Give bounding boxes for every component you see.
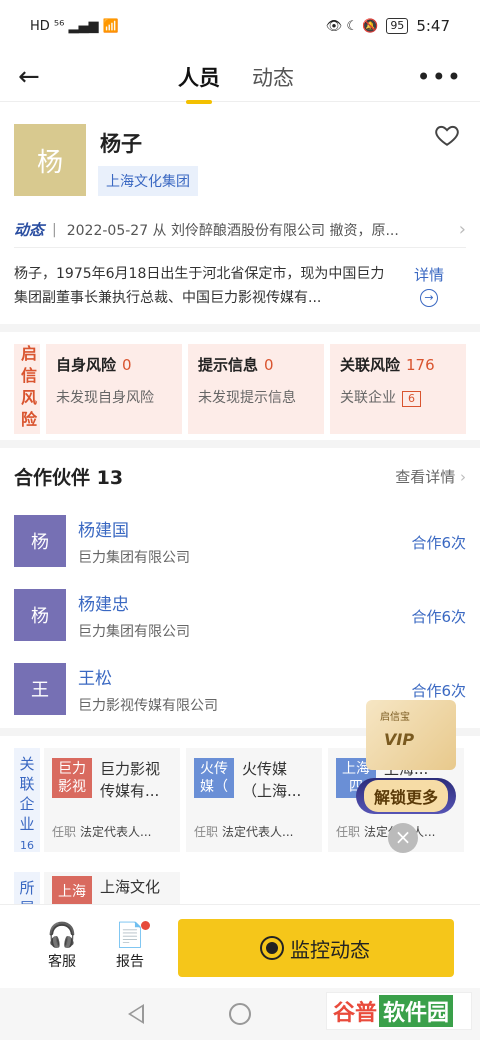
risk-card-hints[interactable]: 提示信息 0 未发现提示信息 [188, 344, 324, 434]
report-button[interactable]: 📄 报告 [100, 919, 160, 971]
close-icon[interactable]: × [388, 823, 418, 853]
risk-sub: 未发现自身风险 [56, 390, 154, 406]
risk-card-related[interactable]: 关联风险 176 关联企业 6 [330, 344, 466, 434]
nav-back-icon[interactable] [128, 1004, 144, 1024]
status-bar: HD ⁵⁶ ▂▄▆ 📶 👁 ☾ 🔕 95 5:47 [0, 0, 480, 52]
signal-icons: HD ⁵⁶ ▂▄▆ 📶 [30, 18, 119, 34]
tab-dynamics[interactable]: 动态 [252, 62, 294, 92]
profile-section: 杨 杨子 上海文化集团 动态 | 2022-05-27 从 刘伶醉酿酒股份有限公… [0, 102, 480, 324]
unlock-more-button[interactable]: 解锁更多 [356, 778, 456, 814]
partner-name[interactable]: 杨建国 [78, 516, 190, 541]
risk-sub: 未发现提示信息 [198, 390, 296, 406]
avatar: 杨 [14, 124, 86, 196]
detail-label: 详情 [414, 266, 445, 284]
favorite-heart-icon[interactable] [434, 122, 460, 148]
company-tag[interactable]: 上海文化集团 [98, 166, 198, 196]
vip-label: VIP [384, 730, 415, 749]
company-name: 火传媒（上海... [242, 760, 302, 800]
section-divider [0, 324, 480, 332]
partner-name[interactable]: 杨建忠 [78, 590, 190, 615]
vip-promo[interactable]: 启信宝 VIP 解锁更多 [356, 700, 466, 820]
dynamic-text: 2022-05-27 从 刘伶醉酿酒股份有限公司 撤资，原... [66, 222, 399, 239]
partner-avatar: 王 [14, 663, 66, 715]
partner-row[interactable]: 杨 杨建忠 巨力集团有限公司 合作6次 [14, 578, 466, 652]
watermark-logo: 谷普 软件园 [326, 992, 472, 1030]
risk-title: 提示信息 0 [198, 356, 274, 374]
dynamic-row[interactable]: 动态 | 2022-05-27 从 刘伶醉酿酒股份有限公司 撤资，原... › [14, 212, 466, 248]
partners-header: 合作伙伴 13 查看详情 › [14, 448, 466, 504]
risk-sub: 关联企业 6 [340, 387, 456, 407]
status-icons: 👁 ☾ 🔕 [325, 18, 379, 34]
risk-side-label: 启信风险 [14, 344, 40, 434]
company-role: 任职法定代表人... [52, 825, 152, 839]
risk-section: 启信风险 自身风险 0 未发现自身风险 提示信息 0 未发现提示信息 关联风险 176… [0, 332, 480, 440]
company-logo: 火传媒（ [194, 758, 234, 798]
partner-company: 巨力集团有限公司 [78, 549, 190, 566]
chevron-right-icon: › [460, 467, 466, 486]
partner-name[interactable]: 王松 [78, 664, 218, 689]
affiliation-side-label: 所属 [14, 872, 40, 906]
clock: 5:47 [416, 17, 450, 35]
headset-icon: 🎧 [47, 921, 77, 949]
company-role: 任职法定代表人... [336, 825, 435, 839]
status-right: 👁 ☾ 🔕 95 5:47 [326, 17, 450, 35]
company-name: 上海文化 [100, 878, 161, 896]
battery-indicator: 95 [386, 18, 409, 34]
cooperation-count: 合作6次 [411, 682, 466, 700]
view-details-link[interactable]: 查看详情 › [395, 466, 466, 487]
partners-title: 合作伙伴 13 [14, 466, 124, 489]
bio-text: 杨子，1975年6月18日出生于河北省保定市，现为中国巨力集团副董事长兼执行总裁… [14, 266, 385, 306]
monitor-button[interactable]: 监控动态 [178, 919, 454, 977]
partner-company: 巨力影视传媒有限公司 [78, 697, 218, 714]
top-nav: ← 人员 动态 ••• [0, 52, 480, 102]
chevron-right-icon: › [458, 219, 466, 240]
section-divider [0, 440, 480, 448]
tab-bar: 人员 动态 [178, 52, 294, 102]
cooperation-count: 合作6次 [411, 608, 466, 626]
bottom-action-bar: 🎧 客服 📄 报告 监控动态 [0, 904, 480, 988]
partner-row[interactable]: 杨 杨建国 巨力集团有限公司 合作6次 [14, 504, 466, 578]
vip-card-icon: 启信宝 VIP [366, 700, 456, 770]
cooperation-count: 合作6次 [411, 534, 466, 552]
company-name: 巨力影视传媒有... [100, 760, 161, 800]
partner-avatar: 杨 [14, 515, 66, 567]
partner-avatar: 杨 [14, 589, 66, 641]
person-name: 杨子 [100, 132, 142, 156]
related-company-card[interactable]: 火传媒（火传媒（上海... 任职 法定代表人... [186, 748, 322, 852]
partners-section: 合作伙伴 13 查看详情 › 杨 杨建国 巨力集团有限公司 合作6次 杨 杨建忠… [0, 448, 480, 728]
related-company-card[interactable]: 巨力影视巨力影视传媒有... 任职 法定代表人... [44, 748, 180, 852]
arrow-right-circle-icon: → [420, 289, 438, 307]
status-left: HD ⁵⁶ ▂▄▆ 📶 [30, 19, 119, 34]
divider: | [52, 221, 57, 238]
risk-card-self[interactable]: 自身风险 0 未发现自身风险 [46, 344, 182, 434]
camera-icon [262, 938, 282, 958]
company-role: 任职法定代表人... [194, 825, 294, 839]
related-side-label: 关联企业 16 [14, 748, 40, 852]
company-logo: 巨力影视 [52, 758, 92, 798]
dynamic-label: 动态 [14, 221, 45, 239]
count-badge: 6 [402, 391, 421, 407]
document-icon: 📄 [100, 919, 160, 951]
partner-company: 巨力集团有限公司 [78, 623, 190, 640]
risk-title: 关联风险 176 [340, 356, 435, 374]
risk-title: 自身风险 0 [56, 356, 132, 374]
vip-brand: 启信宝 [380, 712, 410, 723]
more-menu-icon[interactable]: ••• [417, 63, 462, 91]
tab-people[interactable]: 人员 [178, 62, 220, 92]
detail-link[interactable]: 详情 → [414, 264, 444, 307]
nav-home-icon[interactable] [229, 1003, 251, 1025]
customer-service-button[interactable]: 🎧 客服 [32, 919, 92, 971]
back-arrow-icon[interactable]: ← [18, 62, 48, 92]
notification-dot [141, 921, 150, 930]
